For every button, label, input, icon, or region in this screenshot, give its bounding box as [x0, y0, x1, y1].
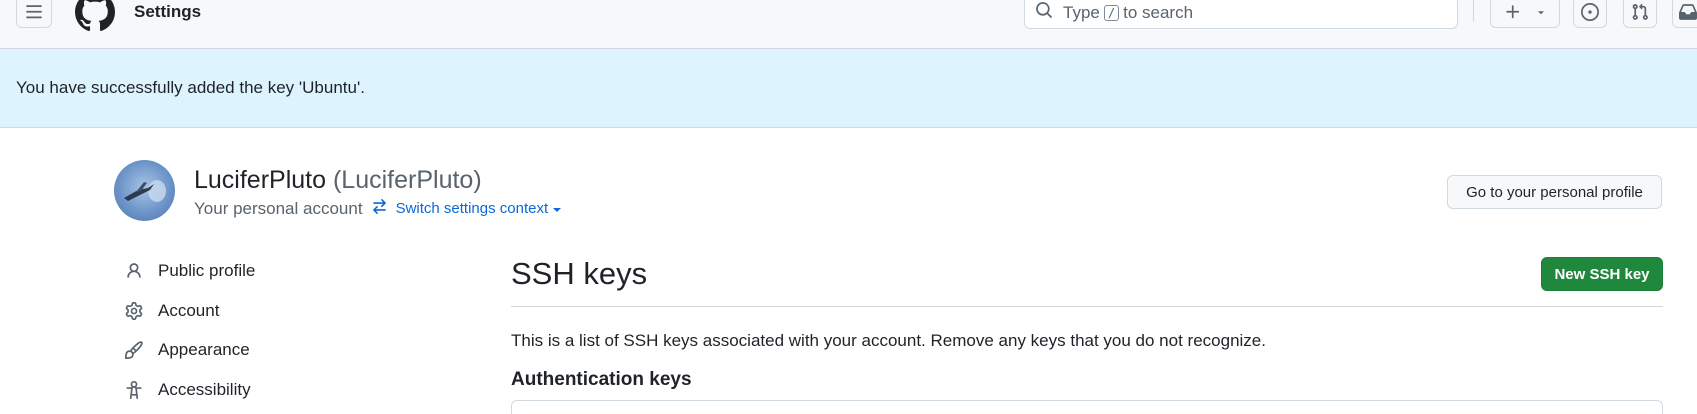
title-divider [511, 306, 1663, 307]
avatar[interactable] [114, 160, 175, 221]
authentication-keys-heading: Authentication keys [511, 369, 692, 390]
new-ssh-key-button[interactable]: New SSH key [1541, 257, 1663, 291]
paintbrush-icon [124, 340, 144, 360]
account-subtitle: Your personal account [194, 198, 363, 218]
go-to-profile-button[interactable]: Go to your personal profile [1447, 175, 1662, 209]
search-placeholder: Type / to search [1063, 2, 1194, 22]
pull-requests-button[interactable] [1623, 0, 1657, 28]
arrow-switch-icon [371, 198, 396, 219]
hamburger-icon [25, 3, 43, 21]
authentication-keys-list [511, 400, 1663, 414]
triangle-down-icon [1535, 6, 1547, 18]
issues-button[interactable] [1573, 0, 1607, 28]
create-new-button[interactable] [1490, 0, 1560, 28]
caret-down-icon [553, 207, 562, 212]
header-divider [1473, 0, 1474, 22]
inbox-icon [1679, 3, 1697, 21]
context-title[interactable]: Settings [134, 2, 201, 22]
account-display-name: LuciferPluto (LuciferPluto) [194, 166, 482, 195]
search-input[interactable]: Type / to search [1024, 0, 1458, 29]
switch-settings-context-label: Switch settings context [395, 200, 549, 217]
switch-settings-context-link[interactable]: Switch settings context [371, 198, 562, 219]
account-login: (LuciferPluto) [332, 166, 482, 194]
flash-message: You have successfully added the key 'Ubu… [16, 78, 365, 97]
accessibility-icon [124, 380, 144, 400]
issue-opened-icon [1581, 3, 1599, 21]
page-description: This is a list of SSH keys associated wi… [511, 331, 1266, 350]
search-icon [1035, 1, 1053, 24]
github-logo-icon[interactable] [75, 0, 115, 32]
plus-icon [1504, 3, 1522, 21]
search-shortcut-key: / [1103, 4, 1120, 21]
sidebar-item-public-profile[interactable]: Public profile [124, 257, 255, 285]
account-name: LuciferPluto [194, 166, 327, 194]
global-header: Settings Type / to search [0, 0, 1697, 49]
sidebar-item-label: Accessibility [158, 380, 251, 399]
menu-button[interactable] [16, 0, 52, 28]
person-icon [124, 261, 144, 281]
success-flash-banner: You have successfully added the key 'Ubu… [0, 49, 1697, 128]
inbox-button[interactable] [1672, 0, 1697, 28]
sidebar-item-label: Appearance [158, 340, 250, 359]
account-subtitle-row: Your personal account Switch settings co… [194, 198, 562, 219]
sidebar-item-label: Public profile [158, 261, 256, 280]
page-title: SSH keys [511, 256, 648, 291]
git-pull-request-icon [1631, 3, 1649, 21]
sidebar-item-label: Account [158, 301, 220, 320]
sidebar-item-account[interactable]: Account [124, 297, 219, 325]
sidebar-item-accessibility[interactable]: Accessibility [124, 376, 251, 404]
gear-icon [124, 301, 144, 321]
sidebar-item-appearance[interactable]: Appearance [124, 336, 250, 364]
